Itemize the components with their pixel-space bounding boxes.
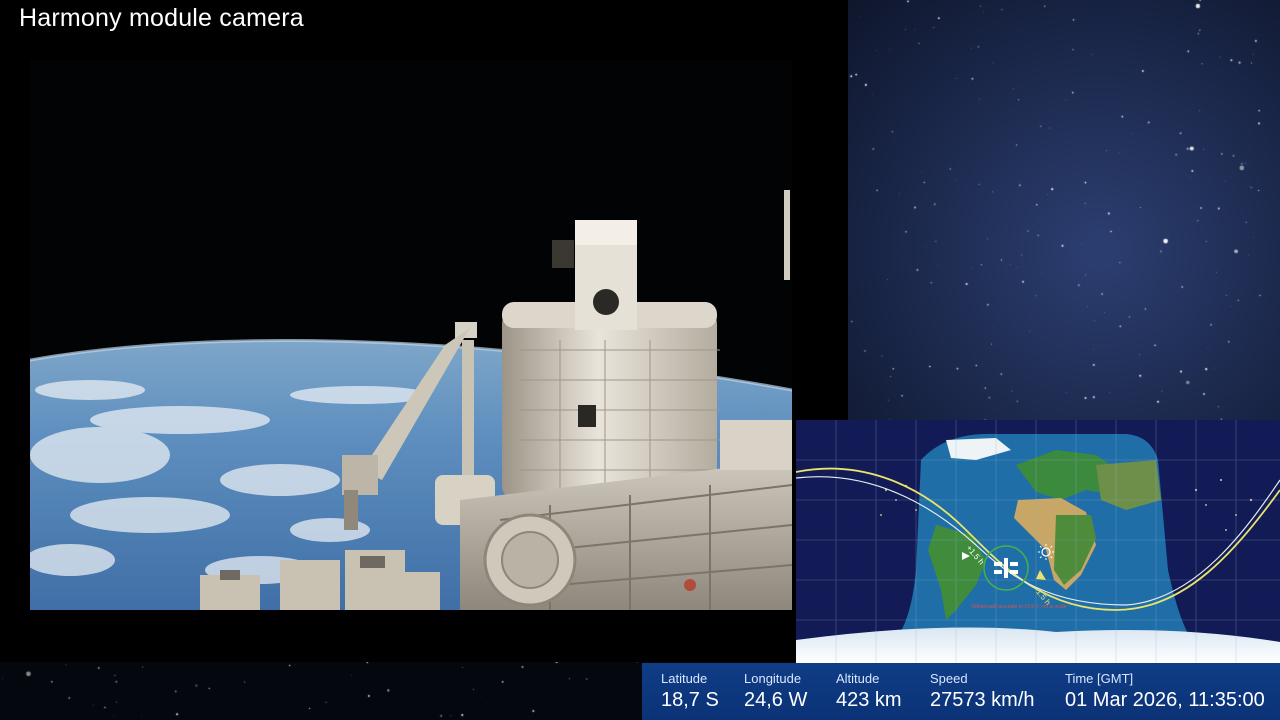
altitude-block: Altitude 423 km [836, 671, 902, 712]
latitude-label: Latitude [661, 671, 708, 686]
camera-title: Harmony module camera [19, 4, 304, 32]
speed-value: 27573 km/h [930, 689, 1035, 711]
longitude-block: Longitude 24,6 W [744, 671, 807, 712]
altitude-value: 423 km [836, 689, 902, 711]
ground-track-map: +1.5 h -1.5 h Orbital path accurate to ±… [796, 420, 1280, 663]
altitude-label: Altitude [836, 671, 880, 686]
camera-panel: Harmony module camera [0, 0, 848, 662]
longitude-value: 24,6 W [744, 689, 808, 711]
map-caption: Orbital path accurate to ±1.5 h; not to … [971, 604, 1067, 610]
camera-feed [30, 60, 792, 610]
latitude-value: 18,7 S [661, 689, 719, 711]
telemetry-bar: Latitude 18,7 S Longitude 24,6 W Altitud… [642, 663, 1280, 720]
speed-label: Speed [930, 671, 968, 686]
time-block: Time [GMT] 01 Mar 2026, 11:35:00 [1065, 671, 1265, 712]
longitude-label: Longitude [744, 671, 802, 686]
time-label: Time [GMT] [1065, 671, 1134, 686]
time-value: 01 Mar 2026, 11:35:00 [1065, 689, 1265, 711]
speed-block: Speed 27573 km/h [930, 671, 1035, 712]
latitude-block: Latitude 18,7 S [661, 671, 719, 712]
